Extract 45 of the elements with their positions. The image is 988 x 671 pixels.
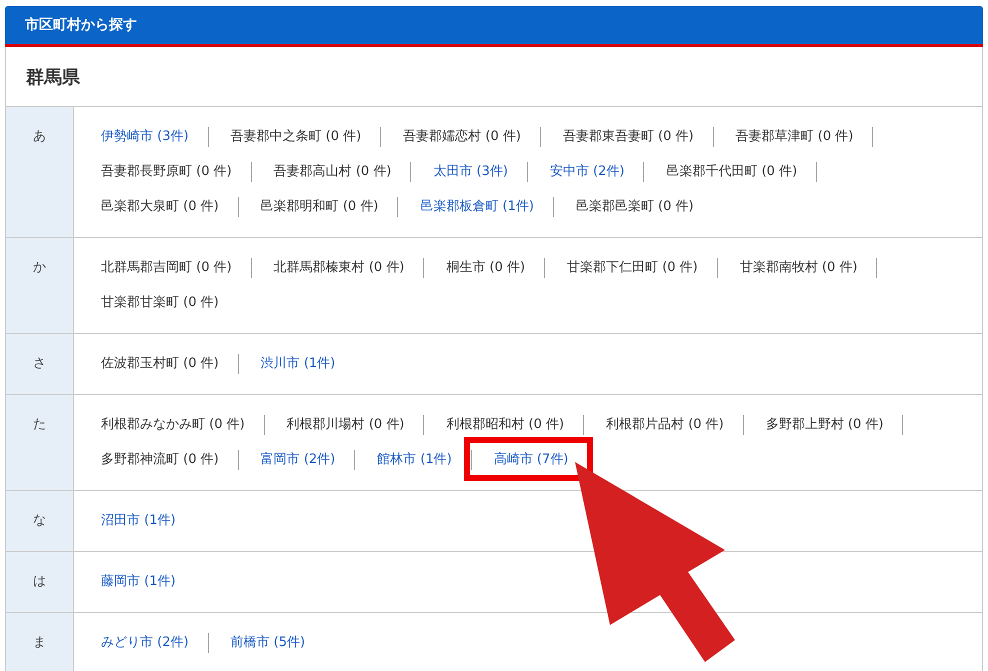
city-label: 邑楽郡大泉町 (0 件) [101,198,219,216]
arrow-icon [575,462,735,662]
city-link[interactable]: 前橋市 (5件) [230,634,306,652]
city-label: 吾妻郡東吾妻町 (0 件) [562,128,694,146]
city-label: 北群馬郡吉岡町 (0 件) [101,259,232,277]
city-label: 利根郡片品村 (0 件) [606,416,724,434]
city-link[interactable]: 伊勢崎市 (3件) [101,128,189,146]
city-label: 佐波郡玉村町 (0 件) [101,355,219,373]
city-label: 利根郡みなかみ町 (0 件) [101,416,245,434]
city-label: 邑楽郡千代田町 (0 件) [666,163,798,181]
kana-label: か [33,259,46,277]
city-label: 吾妻郡長野原町 (0 件) [101,163,232,181]
city-label: 吾妻郡草津町 (0 件) [736,128,854,146]
city-link[interactable]: 邑楽郡板倉町 (1件) [420,198,534,216]
city-label: 甘楽郡下仁田町 (0 件) [567,259,698,277]
city-label: 利根郡川場村 (0 件) [286,416,404,434]
city-link[interactable]: 沼田市 (1件) [101,512,176,530]
kana-label: さ [33,355,46,373]
city-label: 吾妻郡嬬恋村 (0 件) [403,128,521,146]
kana-label: な [33,512,46,530]
city-link[interactable]: 高崎市 (7件) [494,451,568,469]
city-label: 北群馬郡榛東村 (0 件) [274,259,404,277]
city-label: 甘楽郡甘楽町 (0 件) [101,294,219,312]
city-link[interactable]: 太田市 (3件) [433,163,508,181]
city-label: 吾妻郡高山村 (0 件) [274,163,392,181]
city-link[interactable]: 藤岡市 (1件) [101,573,176,591]
city-link[interactable]: みどり市 (2件) [101,634,189,652]
city-label: 邑楽郡明和町 (0 件) [260,198,378,216]
city-label: 多野郡神流町 (0 件) [101,451,219,469]
city-label: 甘楽郡南牧村 (0 件) [740,259,858,277]
city-link[interactable]: 富岡市 (2件) [260,451,336,469]
city-link[interactable]: 館林市 (1件) [377,451,452,469]
header-title: 市区町村から探す [25,16,137,34]
city-label: 吾妻郡中之条町 (0 件) [230,128,362,146]
city-label: 邑楽郡邑楽町 (0 件) [576,198,694,216]
city-label: 桐生市 (0 件) [446,259,526,277]
kana-label: あ [33,128,46,146]
kana-label: ま [33,634,46,652]
city-link[interactable]: 渋川市 (1件) [260,355,336,373]
prefecture-title: 群馬県 [26,66,80,88]
kana-label: は [33,573,46,591]
city-link[interactable]: 安中市 (2件) [550,163,624,181]
kana-label: た [33,416,46,434]
city-label: 多野郡上野村 (0 件) [766,416,884,434]
city-label: 利根郡昭和村 (0 件) [446,416,564,434]
